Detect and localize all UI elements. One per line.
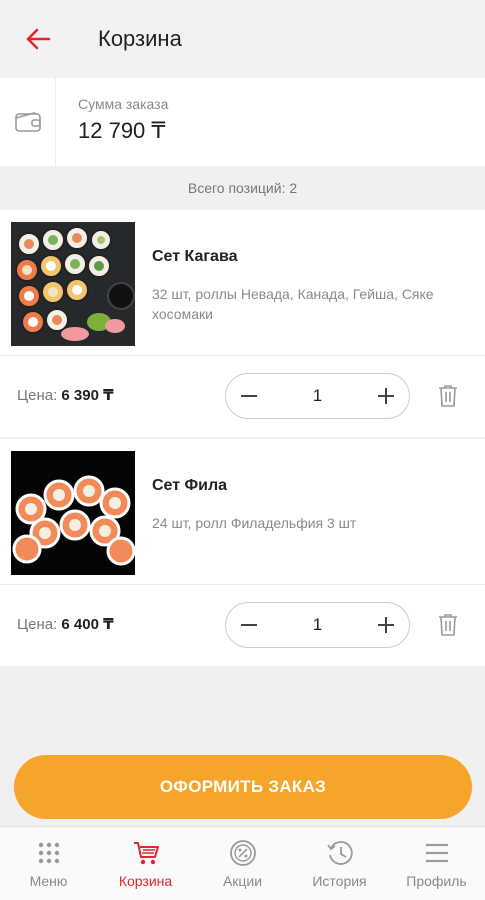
order-sum-panel: Сумма заказа 12 790 ₸ [0, 78, 485, 166]
price-value: 6 400 ₸ [61, 616, 114, 633]
app-header: Корзина [0, 0, 485, 78]
quantity-stepper: 1 [225, 373, 410, 419]
plus-icon [378, 388, 394, 404]
plus-icon [378, 617, 394, 633]
history-icon [326, 839, 354, 867]
product-image [11, 451, 135, 575]
nav-label: Акции [222, 873, 263, 889]
delete-item-button[interactable] [434, 380, 462, 412]
nav-item-profile[interactable]: Профиль [388, 827, 485, 900]
decrease-button[interactable] [226, 602, 272, 648]
minus-icon [241, 624, 257, 626]
trash-icon [439, 385, 457, 407]
total-positions: Всего позиций: 2 [187, 180, 298, 196]
trash-icon [439, 614, 457, 636]
product-name[interactable]: Сет Фила [152, 477, 227, 495]
increase-button[interactable] [363, 602, 409, 648]
back-button[interactable] [0, 0, 76, 78]
order-sum-label: Сумма заказа [78, 96, 169, 112]
delete-item-button[interactable] [434, 609, 462, 641]
wallet-icon [0, 78, 56, 166]
nav-label: Корзина [118, 873, 173, 889]
nav-item-menu[interactable]: Меню [0, 827, 97, 900]
nav-item-history[interactable]: История [291, 827, 388, 900]
product-description: 24 шт, ролл Филадельфия 3 шт [152, 515, 357, 531]
page-title: Корзина [98, 26, 182, 51]
product-name[interactable]: Сет Кагава [152, 248, 237, 266]
cart-icon [132, 839, 160, 867]
cart-item: Сет Фила 24 шт, ролл Филадельфия 3 шт Це… [0, 439, 485, 666]
product-image [11, 222, 135, 346]
cart-item: Сет Кагава 32 шт, роллы Невада, Канада, … [0, 210, 485, 437]
nav-label: Профиль [406, 873, 467, 889]
nav-label: История [312, 873, 367, 889]
nav-item-cart[interactable]: Корзина [97, 827, 194, 900]
nav-item-promotions[interactable]: Акции [194, 827, 291, 900]
product-price: Цена: 6 400 ₸ [17, 615, 114, 633]
quantity-value: 1 [312, 386, 323, 405]
menu-grid-icon [35, 839, 63, 867]
checkout-button[interactable]: ОФОРМИТЬ ЗАКАЗ [14, 755, 472, 819]
discount-icon [229, 839, 257, 867]
decrease-button[interactable] [226, 373, 272, 419]
price-label: Цена: [17, 387, 58, 404]
hamburger-icon [423, 839, 451, 867]
increase-button[interactable] [363, 373, 409, 419]
back-arrow-icon [26, 28, 51, 50]
price-value: 6 390 ₸ [61, 387, 114, 404]
quantity-stepper: 1 [225, 602, 410, 648]
minus-icon [241, 395, 257, 397]
product-price: Цена: 6 390 ₸ [17, 386, 114, 404]
price-label: Цена: [17, 616, 58, 633]
bottom-navigation: Меню Корзина Акции История Профиль [0, 826, 485, 900]
order-sum-value: 12 790 ₸ [78, 118, 166, 143]
quantity-value: 1 [312, 615, 323, 634]
product-description: 32 шт, роллы Невада, Канада, Гейша, Сяке… [152, 286, 434, 322]
nav-label: Меню [29, 873, 68, 889]
